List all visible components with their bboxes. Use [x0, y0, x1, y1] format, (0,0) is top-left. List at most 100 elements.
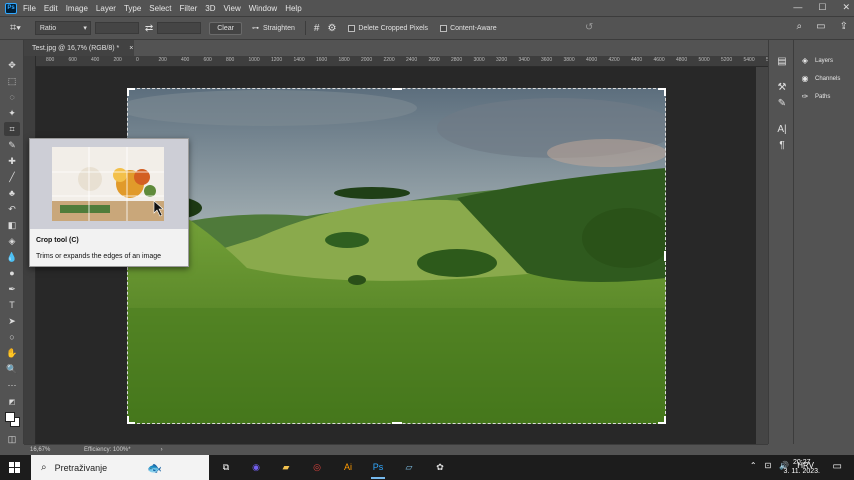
status-menu-arrow[interactable]: › — [161, 447, 163, 453]
height-field[interactable] — [157, 22, 202, 34]
menu-image[interactable]: Image — [66, 4, 88, 13]
panel-dock: ◈ Layers ◉ Channels ✑ Paths — [794, 40, 854, 444]
file-explorer-icon[interactable]: ▰ — [278, 459, 294, 475]
ruler-tick-label: 1600 — [316, 57, 328, 63]
menu-window[interactable]: Window — [249, 4, 277, 13]
brush-panel-icon[interactable]: ✎ — [776, 98, 788, 110]
menu-layer[interactable]: Layer — [96, 4, 116, 13]
delete-cropped-checkbox[interactable]: Delete Cropped Pixels — [348, 24, 428, 32]
maximize-button[interactable]: ☐ — [818, 2, 826, 13]
crop-handle-top-left[interactable] — [127, 88, 135, 96]
content-aware-checkbox[interactable]: Content-Aware — [440, 24, 497, 32]
crop-handle-bottom[interactable] — [392, 422, 402, 430]
straighten-button[interactable]: ⊶ Straighten — [252, 24, 295, 33]
clear-button[interactable]: Clear — [209, 21, 242, 35]
move-tool-icon[interactable]: ✥ — [4, 58, 20, 72]
adjust-panel-icon[interactable]: ⚒ — [776, 82, 788, 94]
windows-start-icon[interactable] — [9, 462, 20, 473]
blur-tool-icon[interactable]: 💧 — [4, 250, 20, 264]
illustrator-icon[interactable]: Ai — [340, 459, 356, 475]
tab-bar — [134, 40, 768, 56]
pen-tool-icon[interactable]: ✒ — [4, 282, 20, 296]
menu-view[interactable]: View — [224, 4, 241, 13]
panel-channels[interactable]: ◉ Channels — [800, 74, 841, 83]
crop-handle-bottom-left[interactable] — [127, 416, 135, 424]
swap-icon[interactable]: ⇄ — [145, 23, 153, 34]
paragraph-panel-icon[interactable]: ¶ — [776, 140, 788, 152]
notification-icon[interactable]: ▭ — [833, 461, 842, 472]
menu-select[interactable]: Select — [149, 4, 171, 13]
healing-brush-tool-icon[interactable]: ✚ — [4, 154, 20, 168]
menu-3d[interactable]: 3D — [205, 4, 215, 13]
crop-tool-preset-icon[interactable]: ⌗▾ — [10, 22, 21, 35]
taskbar-search[interactable]: ⌕ Pretraživanje 🐟 — [31, 455, 209, 480]
ruler-tick-label: 400 — [181, 57, 190, 63]
photoshop-logo[interactable]: Ps — [5, 2, 17, 14]
grid-overlay-icon[interactable]: # — [314, 23, 320, 34]
chrome-icon[interactable]: ◎ — [309, 459, 325, 475]
width-field[interactable] — [94, 22, 139, 34]
eraser-tool-icon[interactable]: ◧ — [4, 218, 20, 232]
ruler-tick-label: 2200 — [383, 57, 395, 63]
share-icon[interactable]: ⇪ — [840, 21, 848, 32]
crop-handle-top[interactable] — [392, 88, 402, 96]
search-icon[interactable]: ⌕ — [797, 21, 803, 32]
paint-bucket-tool-icon[interactable]: ◈ — [4, 234, 20, 248]
task-view-icon[interactable]: ⧉ — [218, 459, 234, 475]
crop-handle-right[interactable] — [664, 251, 672, 261]
gear-icon[interactable]: ⚙ — [327, 23, 336, 34]
ruler-tick-label: 800 — [226, 57, 235, 63]
crop-handle-bottom-right[interactable] — [658, 416, 666, 424]
paths-icon: ✑ — [801, 92, 809, 101]
type-tool-icon[interactable]: T — [4, 298, 20, 312]
menu-help[interactable]: Help — [285, 4, 301, 13]
dodge-tool-icon[interactable]: ● — [4, 266, 20, 280]
crop-handle-top-right[interactable] — [658, 88, 666, 96]
workspace-icon[interactable]: ▭ — [816, 21, 825, 32]
app-icon[interactable]: ✿ — [432, 459, 448, 475]
zoom-level[interactable]: 16,67% — [30, 447, 70, 453]
lasso-tool-icon[interactable]: ◌ — [4, 90, 20, 104]
panel-layers[interactable]: ◈ Layers — [800, 56, 833, 65]
crop-boundary[interactable] — [127, 88, 666, 424]
brush-tool-icon[interactable]: ╱ — [4, 170, 20, 184]
minimize-button[interactable]: — — [793, 2, 802, 13]
hand-tool-icon[interactable]: ✋ — [4, 346, 20, 360]
close-button[interactable]: ✕ — [842, 2, 850, 13]
tooltip-title: Crop tool (C) — [36, 237, 79, 244]
zoom-tool-icon[interactable]: 🔍 — [4, 362, 20, 376]
ruler-tick-label: 5400 — [743, 57, 755, 63]
notes-app-icon[interactable]: ▱ — [401, 459, 417, 475]
viber-icon[interactable]: ◉ — [248, 459, 264, 475]
cancel-crop-icon[interactable]: ↺ — [585, 22, 593, 33]
menu-type[interactable]: Type — [124, 4, 141, 13]
show-hidden-icons-icon[interactable]: ⌃ — [750, 461, 757, 470]
character-panel-icon[interactable]: A| — [776, 124, 788, 136]
menu-file[interactable]: File — [23, 4, 36, 13]
document-tab[interactable]: Test.jpg @ 16,7% (RGB/8) * × — [24, 40, 134, 56]
menu-edit[interactable]: Edit — [44, 4, 58, 13]
history-panel-icon[interactable]: ▤ — [776, 56, 788, 68]
marquee-tool-icon[interactable]: ⬚ — [4, 74, 20, 88]
network-icon[interactable]: ⊡ — [765, 461, 772, 470]
panel-paths[interactable]: ✑ Paths — [800, 92, 831, 101]
crop-tool-icon[interactable]: ⌗ — [4, 122, 20, 136]
magic-wand-tool-icon[interactable]: ✦ — [4, 106, 20, 120]
taskbar-clock[interactable]: 20:27 3. 11. 2023. — [784, 458, 820, 476]
taskbar-search-placeholder: Pretraživanje — [54, 462, 108, 473]
foreground-color-swatch[interactable] — [5, 412, 15, 422]
shape-tool-icon[interactable]: ○ — [4, 330, 20, 344]
more-tools-icon[interactable]: ⋯ — [4, 378, 20, 392]
clone-stamp-tool-icon[interactable]: ♣ — [4, 186, 20, 200]
history-brush-tool-icon[interactable]: ↶ — [4, 202, 20, 216]
eyedropper-tool-icon[interactable]: ✎ — [4, 138, 20, 152]
close-tab-icon[interactable]: × — [129, 45, 133, 52]
path-selection-tool-icon[interactable]: ➤ — [4, 314, 20, 328]
ratio-select[interactable]: Ratio ▾ — [34, 21, 91, 35]
vertical-scrollbar[interactable] — [756, 67, 768, 444]
default-colors-icon[interactable]: ◩ — [4, 396, 20, 410]
ruler-tick-label: 1200 — [271, 57, 283, 63]
horizontal-ruler[interactable]: 800 600 400 200 0 200 400 600 800 1000 1200 1400 160… — [36, 56, 768, 67]
menu-filter[interactable]: Filter — [180, 4, 198, 13]
photoshop-taskbar-icon[interactable]: Ps — [370, 459, 386, 479]
